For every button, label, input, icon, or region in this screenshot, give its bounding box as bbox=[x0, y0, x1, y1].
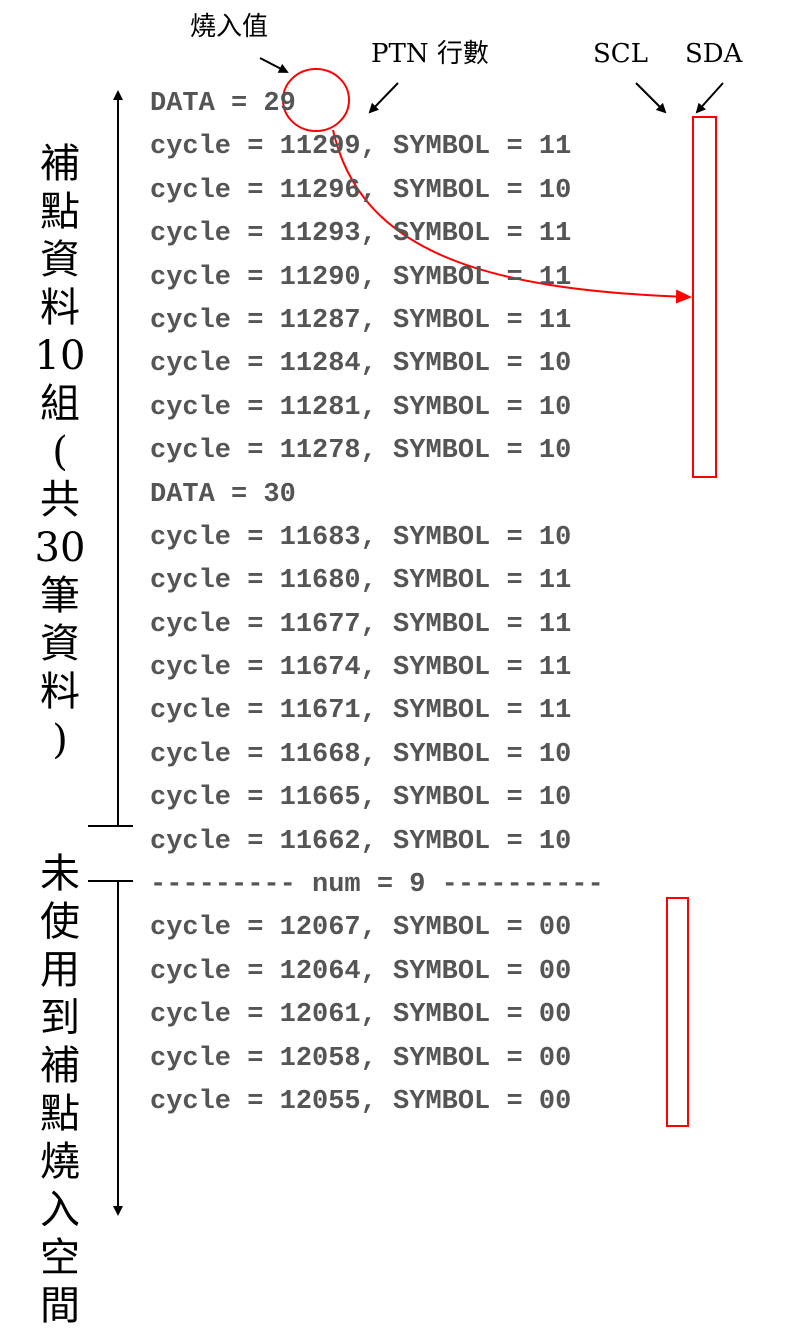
code-line: cycle = 11284, SYMBOL = 10 bbox=[150, 349, 572, 380]
sda-column-box bbox=[692, 116, 717, 478]
vertical-label-char: 組 bbox=[40, 381, 80, 427]
vertical-label-char: ( bbox=[52, 429, 68, 475]
code-line: cycle = 11683, SYMBOL = 10 bbox=[150, 522, 572, 553]
scl-column-box bbox=[666, 897, 689, 1127]
vertical-label-char: 10 bbox=[34, 333, 86, 379]
code-line: cycle = 11662, SYMBOL = 10 bbox=[150, 826, 572, 857]
code-line: cycle = 11287, SYMBOL = 11 bbox=[150, 305, 572, 336]
vertical-label-char: 燒 bbox=[40, 1139, 80, 1185]
vertical-label-char: 空 bbox=[40, 1235, 80, 1281]
code-line: cycle = 12067, SYMBOL = 00 bbox=[150, 913, 572, 944]
vertical-label-char: ) bbox=[52, 717, 68, 763]
vertical-label-char: 用 bbox=[40, 947, 80, 993]
code-line: cycle = 11674, SYMBOL = 11 bbox=[150, 653, 572, 684]
code-line: DATA = 30 bbox=[150, 479, 296, 510]
vertical-label-char: 未 bbox=[40, 851, 80, 897]
code-line: cycle = 11671, SYMBOL = 11 bbox=[150, 696, 572, 727]
vertical-label-char: 共 bbox=[40, 477, 80, 523]
vertical-label-char: 點 bbox=[40, 189, 80, 235]
code-line: cycle = 11665, SYMBOL = 10 bbox=[150, 783, 572, 814]
vertical-label-char: 補 bbox=[40, 1043, 80, 1089]
burn-value-arrow bbox=[259, 57, 289, 73]
code-listing: DATA = 29 cycle = 11299, SYMBOL = 11 cycle… bbox=[150, 83, 604, 1124]
sda-label: SDA bbox=[685, 39, 743, 69]
ptn-rows-label: PTN 行數 bbox=[371, 39, 489, 69]
vertical-label-char: 使 bbox=[40, 899, 80, 945]
code-line: DATA = 29 bbox=[150, 89, 296, 119]
vertical-label-char: 到 bbox=[40, 995, 80, 1041]
code-line: cycle = 12058, SYMBOL = 00 bbox=[150, 1043, 572, 1074]
vertical-label-char: 入 bbox=[40, 1187, 80, 1233]
code-line: cycle = 11293, SYMBOL = 11 bbox=[150, 219, 572, 250]
vertical-label-char: 補 bbox=[40, 141, 80, 187]
used-data-vertical-label: 補點資料 10 組(共 30 筆資料) bbox=[34, 140, 86, 764]
scl-label: SCL bbox=[593, 39, 648, 69]
vertical-label-char: 資 bbox=[40, 237, 80, 283]
code-line: cycle = 12061, SYMBOL = 00 bbox=[150, 1000, 572, 1031]
code-line: cycle = 11296, SYMBOL = 10 bbox=[150, 175, 572, 206]
code-line: cycle = 11299, SYMBOL = 11 bbox=[150, 132, 572, 163]
scl-arrow bbox=[635, 82, 667, 114]
vertical-label-char: 料 bbox=[40, 669, 80, 715]
code-line: cycle = 11290, SYMBOL = 11 bbox=[150, 262, 572, 293]
sda-arrow bbox=[695, 82, 724, 114]
code-line: cycle = 11668, SYMBOL = 10 bbox=[150, 739, 572, 770]
burn-value-label: 燒入值 bbox=[190, 12, 269, 42]
vertical-label-char: 30 bbox=[34, 525, 86, 571]
code-line: cycle = 12064, SYMBOL = 00 bbox=[150, 956, 572, 987]
vertical-label-char: 資 bbox=[40, 621, 80, 667]
unused-space-vertical-label: 未使用到補點燒入空間 bbox=[34, 850, 86, 1330]
code-line: cycle = 11677, SYMBOL = 11 bbox=[150, 609, 572, 640]
code-line: --------- num = 9 ---------- bbox=[150, 870, 604, 901]
vertical-label-char: 筆 bbox=[40, 573, 80, 619]
vertical-label-char: 料 bbox=[40, 285, 80, 331]
code-line: cycle = 11281, SYMBOL = 10 bbox=[150, 392, 572, 423]
code-line: cycle = 11278, SYMBOL = 10 bbox=[150, 436, 572, 467]
code-line: cycle = 12055, SYMBOL = 00 bbox=[150, 1086, 572, 1117]
code-line: cycle = 11680, SYMBOL = 11 bbox=[150, 566, 572, 597]
vertical-label-char: 點 bbox=[40, 1091, 80, 1137]
vertical-label-char: 間 bbox=[40, 1283, 80, 1329]
